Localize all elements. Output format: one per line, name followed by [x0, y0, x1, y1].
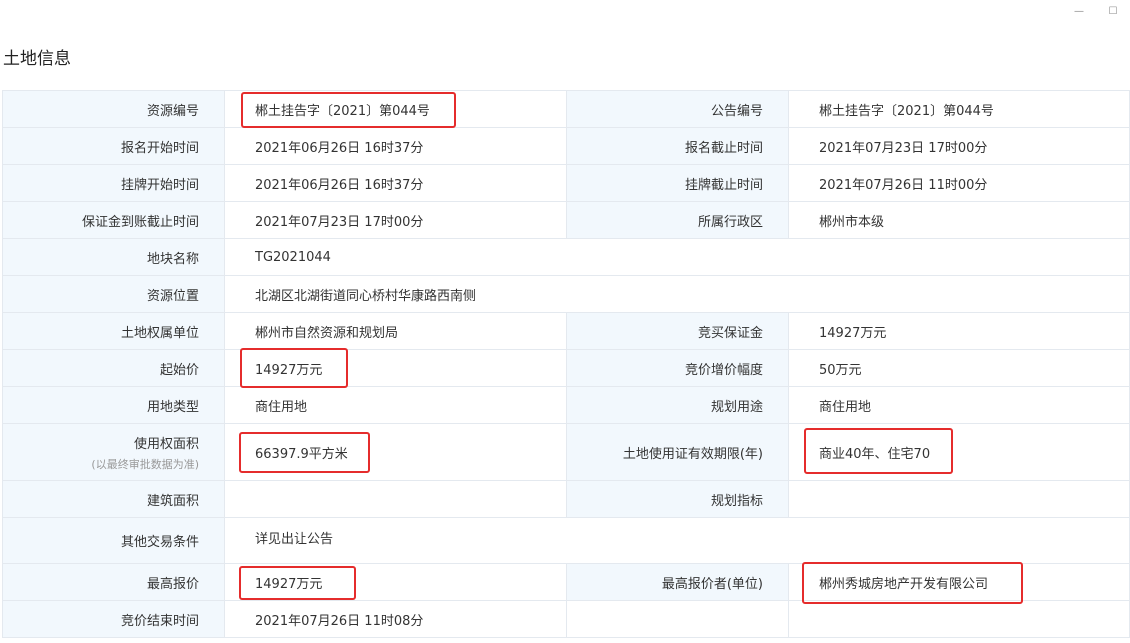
other-terms-label: 其他交易条件 — [3, 518, 225, 564]
term-value: 商业40年、住宅70 — [789, 424, 1130, 481]
deposit-deadline-label: 保证金到账截止时间 — [3, 202, 225, 239]
location-label: 资源位置 — [3, 276, 225, 313]
start-price-label: 起始价 — [3, 350, 225, 387]
parcel-name-label: 地块名称 — [3, 239, 225, 276]
area-note: (以最终审批数据为准) — [91, 457, 199, 471]
highest-bid-label: 最高报价 — [3, 564, 225, 601]
area-value: 66397.9平方米 — [225, 424, 567, 481]
deposit-deadline-value: 2021年07月23日 17时00分 — [225, 202, 567, 239]
start-price-value: 14927万元 — [225, 350, 567, 387]
listing-start-label: 挂牌开始时间 — [3, 165, 225, 202]
empty-value-cell — [789, 601, 1130, 638]
bid-deposit-label: 竞买保证金 — [567, 313, 789, 350]
reg-end-value: 2021年07月23日 17时00分 — [789, 128, 1130, 165]
increment-label: 竞价增价幅度 — [567, 350, 789, 387]
district-label: 所属行政区 — [567, 202, 789, 239]
planned-use-value: 商住用地 — [789, 387, 1130, 424]
listing-end-value: 2021年07月26日 11时00分 — [789, 165, 1130, 202]
area-label: 使用权面积 — [133, 436, 199, 452]
location-value: 北湖区北湖街道同心桥村华康路西南侧 — [225, 276, 1130, 313]
notice-no-value: 郴土挂告字〔2021〕第044号 — [789, 91, 1130, 128]
land-type-label: 用地类型 — [3, 387, 225, 424]
minimize-icon[interactable]: — — [1062, 0, 1096, 22]
end-time-label: 竞价结束时间 — [3, 601, 225, 638]
term-label: 土地使用证有效期限(年) — [567, 424, 789, 481]
listing-end-label: 挂牌截止时间 — [567, 165, 789, 202]
owner-label: 土地权属单位 — [3, 313, 225, 350]
area-label-cell: 使用权面积 (以最终审批数据为准) — [3, 424, 225, 481]
resource-no-label: 资源编号 — [3, 91, 225, 128]
land-info-table: 资源编号 郴土挂告字〔2021〕第044号 公告编号 郴土挂告字〔2021〕第0… — [2, 90, 1130, 638]
owner-value: 郴州市自然资源和规划局 — [225, 313, 567, 350]
notice-no-label: 公告编号 — [567, 91, 789, 128]
end-time-value: 2021年07月26日 11时08分 — [225, 601, 567, 638]
district-value: 郴州市本级 — [789, 202, 1130, 239]
increment-value: 50万元 — [789, 350, 1130, 387]
building-area-label: 建筑面积 — [3, 481, 225, 518]
window-controls: — ☐ — [1062, 0, 1130, 22]
reg-start-label: 报名开始时间 — [3, 128, 225, 165]
other-terms-value: 详见出让公告 — [225, 518, 1130, 564]
planned-use-label: 规划用途 — [567, 387, 789, 424]
highest-bidder-label: 最高报价者(单位) — [567, 564, 789, 601]
highest-bid-value: 14927万元 — [225, 564, 567, 601]
highest-bidder-value: 郴州秀城房地产开发有限公司 — [789, 564, 1130, 601]
page-title: 土地信息 — [3, 49, 71, 69]
parcel-name-value: TG2021044 — [225, 239, 1130, 276]
resource-no-value: 郴土挂告字〔2021〕第044号 — [225, 91, 567, 128]
building-area-value — [225, 481, 567, 518]
land-type-value: 商住用地 — [225, 387, 567, 424]
reg-start-value: 2021年06月26日 16时37分 — [225, 128, 567, 165]
planning-index-label: 规划指标 — [567, 481, 789, 518]
planning-index-value — [789, 481, 1130, 518]
reg-end-label: 报名截止时间 — [567, 128, 789, 165]
maximize-icon[interactable]: ☐ — [1096, 0, 1130, 22]
empty-label-cell — [567, 601, 789, 638]
bid-deposit-value: 14927万元 — [789, 313, 1130, 350]
listing-start-value: 2021年06月26日 16时37分 — [225, 165, 567, 202]
